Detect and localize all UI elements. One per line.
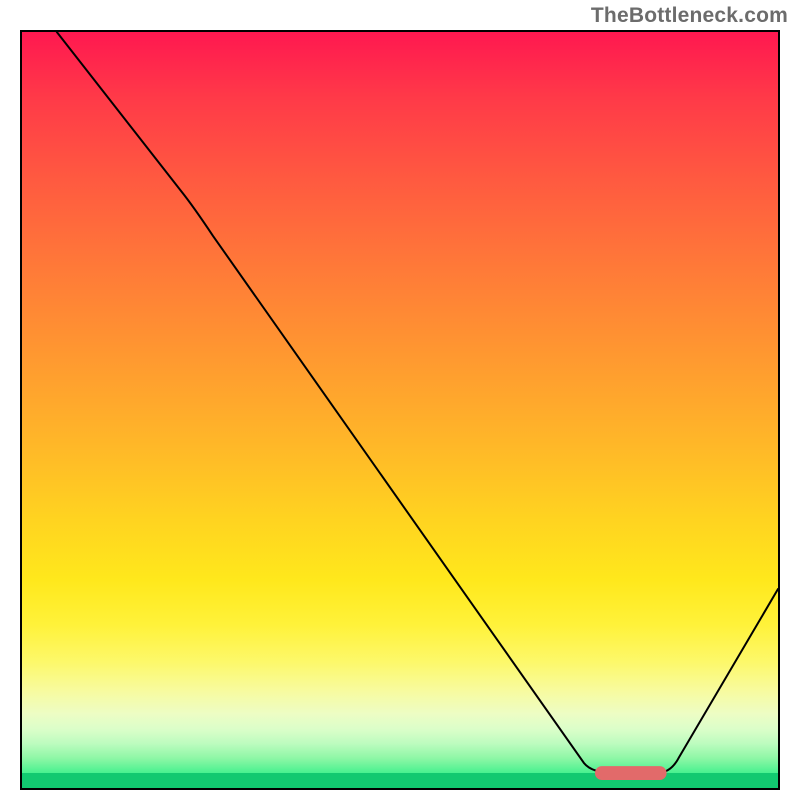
plot-svg	[22, 32, 778, 788]
chart-root: TheBottleneck.com	[0, 0, 800, 800]
plot-frame	[20, 30, 780, 790]
optimum-marker	[595, 766, 667, 780]
bottleneck-curve	[57, 32, 778, 773]
watermark-text: TheBottleneck.com	[591, 4, 788, 28]
